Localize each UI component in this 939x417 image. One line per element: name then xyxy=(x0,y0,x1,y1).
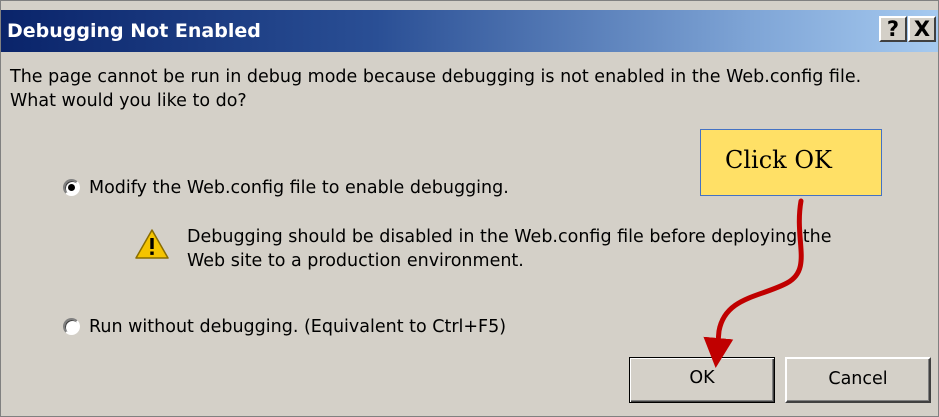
warning-line-2: Web site to a production environment. xyxy=(187,251,524,271)
option-run-without-debugging-label[interactable]: Run without debugging. (Equivalent to Ct… xyxy=(89,316,506,338)
option-enable-debugging-label[interactable]: Modify the Web.config file to enable deb… xyxy=(89,177,509,199)
debugging-dialog: Debugging Not Enabled ? X The page canno… xyxy=(0,0,939,417)
message-line-2: What would you like to do? xyxy=(10,91,247,111)
click-ok-callout: Click OK xyxy=(700,129,882,196)
warning-triangle-icon xyxy=(135,229,169,259)
dialog-message: The page cannot be run in debug mode bec… xyxy=(10,65,930,113)
ok-button[interactable]: OK xyxy=(629,357,775,403)
radio-enable-debugging[interactable] xyxy=(63,179,80,196)
warning-text: Debugging should be disabled in the Web.… xyxy=(187,225,831,273)
red-arrow-annotation xyxy=(703,198,804,368)
close-button[interactable]: X xyxy=(908,16,936,42)
dialog-title: Debugging Not Enabled xyxy=(7,20,261,42)
radio-run-without-debugging[interactable] xyxy=(63,318,80,335)
help-button[interactable]: ? xyxy=(879,16,907,42)
dialog-titlebar[interactable]: Debugging Not Enabled ? X xyxy=(1,10,938,52)
warning-line-1: Debugging should be disabled in the Web.… xyxy=(187,227,832,247)
help-icon: ? xyxy=(886,17,900,41)
close-icon: X xyxy=(913,17,931,41)
message-line-1: The page cannot be run in debug mode bec… xyxy=(10,67,862,87)
cancel-button[interactable]: Cancel xyxy=(785,357,931,403)
